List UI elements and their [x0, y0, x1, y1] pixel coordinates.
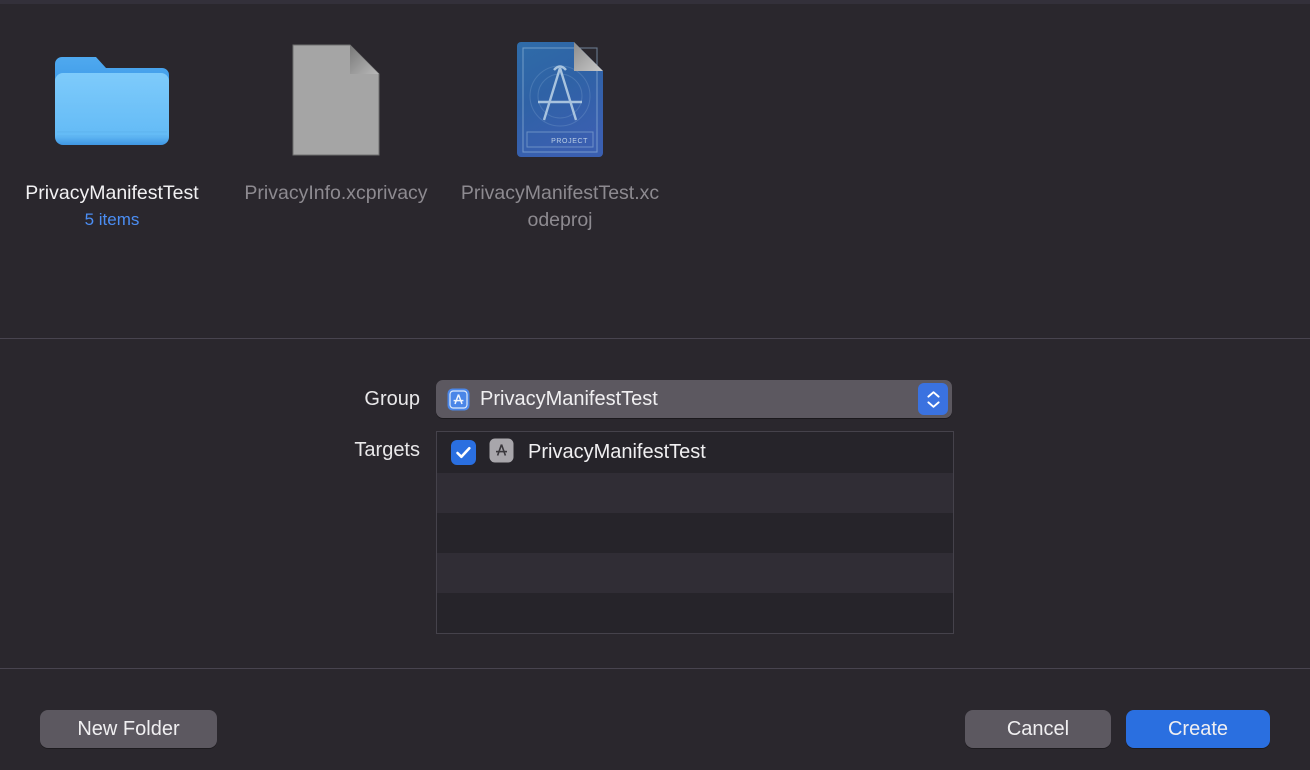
targets-list-row[interactable]: PrivacyManifestTest — [437, 432, 953, 473]
file-icon-grid: PrivacyManifestTest 5 items PrivacyInfo.… — [0, 30, 672, 234]
file-name-label: PrivacyManifestTest — [25, 182, 199, 204]
xcode-target-icon — [489, 438, 514, 468]
folder-icon-container — [53, 30, 171, 170]
xcode-project-icon: PROJECT — [517, 42, 603, 157]
group-value: PrivacyManifestTest — [480, 387, 658, 410]
group-row: Group PrivacyManifestTest — [0, 379, 1310, 419]
group-stepper[interactable] — [918, 383, 948, 415]
checkmark-icon — [456, 446, 471, 459]
file-name-label: PrivacyManifestTest.xcodeproj — [460, 182, 660, 231]
targets-row: Targets PrivacyManifestTest — [0, 431, 1310, 634]
targets-list-row[interactable] — [437, 593, 953, 633]
save-dialog-panel: PrivacyManifestTest 5 items PrivacyInfo.… — [0, 0, 1310, 770]
chevron-down-icon — [926, 400, 940, 408]
new-folder-button[interactable]: New Folder — [40, 710, 217, 748]
group-label: Group — [364, 387, 420, 410]
file-browser-area[interactable]: PrivacyManifestTest 5 items PrivacyInfo.… — [0, 4, 1310, 338]
xcode-project-icon-container: PROJECT — [514, 30, 606, 170]
file-item-folder[interactable]: PrivacyManifestTest 5 items — [0, 30, 224, 231]
targets-list-row[interactable] — [437, 553, 953, 593]
file-item-xcodeproj[interactable]: PROJECT PrivacyManifestTest.xcodeproj — [448, 30, 672, 234]
file-subtitle-label: 5 items — [84, 210, 140, 229]
cancel-button[interactable]: Cancel — [965, 710, 1111, 748]
target-name: PrivacyManifestTest — [528, 441, 706, 463]
generic-document-icon-container — [291, 30, 381, 170]
target-checkbox[interactable] — [451, 440, 476, 465]
create-button[interactable]: Create — [1126, 710, 1270, 748]
targets-list-row[interactable] — [437, 473, 953, 513]
action-bar: New Folder Cancel Create — [0, 669, 1310, 770]
generic-document-icon — [292, 44, 380, 156]
targets-list-row[interactable] — [437, 513, 953, 553]
folder-icon — [55, 57, 169, 145]
targets-label: Targets — [354, 439, 420, 461]
chevron-up-icon — [926, 390, 940, 398]
file-item-privacyinfo[interactable]: PrivacyInfo.xcprivacy — [224, 30, 448, 207]
group-popup-button[interactable]: PrivacyManifestTest — [436, 380, 952, 418]
targets-list[interactable]: PrivacyManifestTest — [436, 431, 954, 634]
svg-text:PROJECT: PROJECT — [551, 138, 588, 145]
file-name-label: PrivacyInfo.xcprivacy — [244, 182, 428, 204]
options-pane: Group PrivacyManifestTest Targets Privac… — [0, 339, 1310, 668]
xcode-app-icon — [447, 388, 470, 410]
